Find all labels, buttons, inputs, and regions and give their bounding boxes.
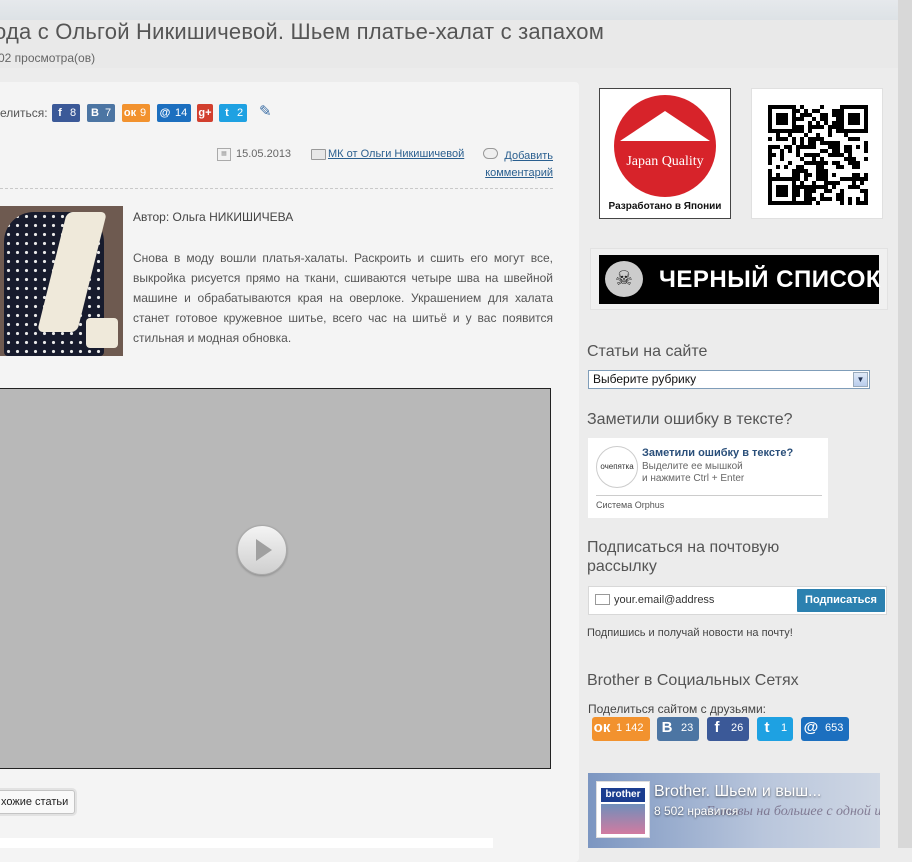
subscribe-widget-title: Подписаться на почтовую рассылку	[587, 539, 780, 575]
google-plus-icon: g+	[198, 107, 212, 119]
share-site-label: Поделиться сайтом с друзьями:	[588, 702, 767, 716]
japan-seal: Japan Quality	[614, 95, 716, 197]
qr-code	[751, 88, 883, 219]
share-facebook-button[interactable]: f8	[52, 104, 81, 122]
social-twitter-button[interactable]: t1	[757, 717, 794, 741]
category-select-value: Выберите рубрику	[593, 372, 697, 386]
article-image	[0, 206, 123, 356]
orphus-heading: Заметили ошибку в тексте?	[642, 447, 794, 459]
orphus-line-1: Выделите ее мышкой	[642, 461, 743, 472]
odnoklassniki-icon: ок	[123, 107, 137, 119]
facebook-page-widget[interactable]: Готовы на большее с одной иглой? brother…	[588, 773, 880, 848]
bottom-strip	[0, 838, 493, 848]
blacklist-label: ЧЕРНЫЙ СПИСОК	[659, 266, 882, 293]
fb-likes: 8 502 нравится	[654, 804, 739, 818]
twitter-icon: t	[225, 107, 229, 119]
japan-quality-label: Japan Quality	[626, 154, 704, 169]
subscribe-button[interactable]: Подписаться	[797, 589, 885, 612]
social-ok-button[interactable]: ок 1 142	[592, 717, 650, 741]
social-vk-button[interactable]: В 23	[657, 717, 700, 741]
orphus-line-2: и нажмите Ctrl + Enter	[642, 473, 745, 484]
right-edge-shade	[898, 0, 912, 848]
qr-code-image	[768, 105, 868, 205]
social-mailru-button[interactable]: @653	[801, 717, 850, 741]
fb-page-name[interactable]: Brother. Шьем и выш...	[654, 783, 821, 801]
orphus-footer: Система Orphus	[596, 500, 665, 510]
subscribe-note: Подпишись и получай новости на почту!	[587, 627, 793, 639]
share-twitter-button[interactable]: t2	[219, 104, 248, 122]
play-button[interactable]	[237, 525, 287, 575]
orphus-widget-title: Заметили ошибку в тексте?	[587, 411, 793, 428]
mail-icon	[595, 594, 610, 605]
categories-widget-title: Статьи на сайте	[587, 343, 708, 360]
video-player[interactable]	[0, 388, 551, 769]
brother-logo: brother	[596, 781, 650, 838]
view-count: 02 просмотра(ов)	[0, 51, 96, 65]
social-facebook-button[interactable]: f 26	[707, 717, 750, 741]
skull-icon: ☠	[605, 261, 643, 297]
calendar-icon: ▦	[217, 148, 231, 161]
similar-articles-button[interactable]: хожие статьи	[0, 790, 76, 814]
twitter-icon: t	[764, 719, 770, 736]
vk-icon: В	[91, 107, 99, 119]
pencil-icon[interactable]: ✎	[259, 102, 272, 120]
chevron-down-icon[interactable]: ▼	[853, 372, 868, 387]
top-bar	[0, 0, 912, 20]
play-icon	[256, 539, 272, 561]
share-label: елиться:	[0, 106, 48, 120]
divider	[0, 188, 553, 189]
social-widget-title: Brother в Социальных Сетях	[587, 672, 799, 689]
orphus-divider	[596, 495, 822, 496]
facebook-icon: f	[58, 107, 62, 119]
folder-icon	[311, 149, 326, 160]
share-mailru-button[interactable]: @14	[157, 104, 192, 122]
orphus-widget[interactable]: очепятка Заметили ошибку в тексте? Выдел…	[588, 438, 828, 518]
mountain-icon	[620, 111, 710, 141]
vk-icon: В	[661, 719, 673, 736]
share-gplus-button[interactable]: g+	[197, 104, 213, 122]
share-vk-button[interactable]: В7	[87, 104, 116, 122]
odnoklassniki-icon: ок	[593, 719, 611, 736]
email-field[interactable]	[614, 591, 794, 609]
article-intro: Снова в моду вошли платья-халаты. Раскро…	[133, 251, 553, 345]
blacklist-banner[interactable]: ☠ ЧЕРНЫЙ СПИСОК	[599, 255, 882, 304]
mailru-icon: @	[803, 719, 819, 736]
japan-caption: Разработано в Японии	[608, 201, 722, 212]
article-author: Автор: Ольга НИКИШИЧЕВА	[133, 210, 294, 224]
orphus-logo-icon: очепятка	[596, 446, 638, 488]
post-date: 15.05.2013	[236, 148, 292, 160]
category-link[interactable]: МК от Ольги Никишичевой	[328, 148, 464, 160]
mailru-icon: @	[159, 107, 171, 119]
facebook-icon: f	[714, 719, 720, 736]
subscribe-form: Подписаться	[588, 586, 887, 615]
japan-quality-banner[interactable]: Japan Quality Разработано в Японии	[599, 88, 731, 219]
share-ok-button[interactable]: ок 9	[122, 104, 151, 122]
page-title: ода с Ольгой Никишичевой. Шьем платье-ха…	[0, 19, 605, 44]
category-select[interactable]: Выберите рубрику ▼	[588, 370, 870, 389]
add-comment-link[interactable]: Добавить комментарий	[483, 148, 553, 182]
